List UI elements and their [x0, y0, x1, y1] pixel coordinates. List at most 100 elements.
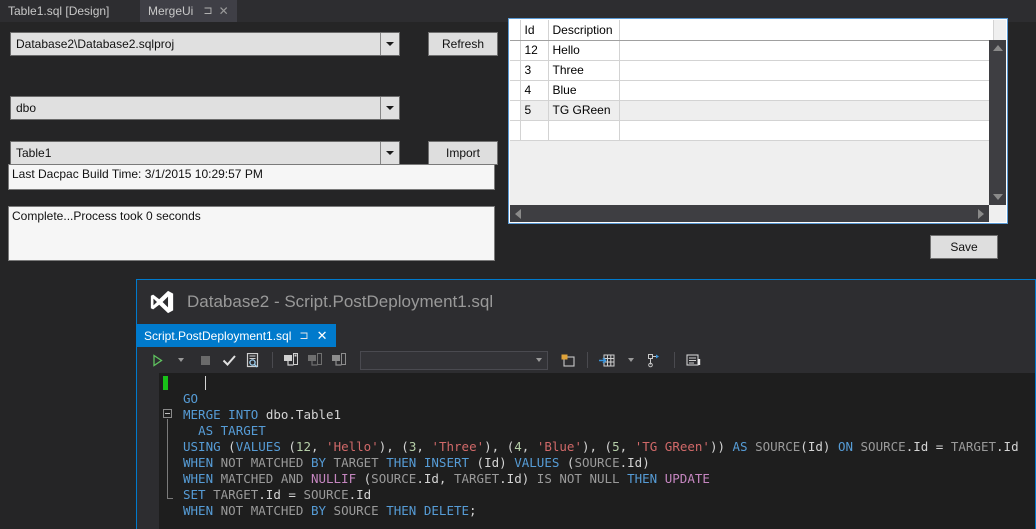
- table-row[interactable]: 4 Blue: [510, 80, 993, 100]
- chevron-down-icon[interactable]: [380, 33, 399, 55]
- editor-glyph-margin[interactable]: [159, 373, 179, 529]
- code-line[interactable]: WHEN NOT MATCHED BY TARGET THEN INSERT (…: [179, 455, 1035, 471]
- disconnect-icon[interactable]: [306, 350, 326, 370]
- chevron-down-icon[interactable]: [380, 97, 399, 119]
- cell-description[interactable]: Three: [548, 60, 619, 80]
- cell-description[interactable]: Hello: [548, 40, 619, 60]
- code-line[interactable]: GO: [179, 391, 1035, 407]
- code-line[interactable]: MERGE INTO dbo.Table1: [179, 407, 1035, 423]
- data-grid-view[interactable]: Id Description 12 Hello 3: [508, 18, 1008, 224]
- results-dropdown-icon[interactable]: [621, 350, 641, 370]
- database-combo[interactable]: [360, 351, 548, 370]
- code-token: [213, 423, 221, 438]
- change-marker: [163, 376, 168, 390]
- sql-code-editor[interactable]: GOMERGE INTO dbo.Table1 AS TARGETUSING (…: [137, 373, 1035, 529]
- import-button[interactable]: Import: [428, 141, 498, 165]
- project-combo-value: Database2\Database2.sqlproj: [11, 37, 380, 51]
- code-token: IS NOT NULL: [537, 471, 627, 486]
- code-token: INTO: [228, 407, 258, 422]
- tab-table1-sql-design[interactable]: Table1.sql [Design]: [0, 0, 117, 22]
- row-header-cell[interactable]: [510, 80, 520, 100]
- code-token: INSERT: [424, 455, 469, 470]
- results-to-text-icon[interactable]: [684, 350, 704, 370]
- code-token: NULLIF: [311, 471, 356, 486]
- code-token: MATCHED AND: [213, 471, 311, 486]
- results-to-grid-icon[interactable]: [597, 350, 617, 370]
- code-token: .: [416, 471, 424, 486]
- pin-icon[interactable]: ⊐: [203, 6, 212, 17]
- code-token: THEN: [386, 503, 416, 518]
- schema-combo[interactable]: dbo: [10, 96, 400, 120]
- scroll-up-icon[interactable]: [993, 45, 1003, 51]
- text-caret: [205, 376, 206, 390]
- row-header-cell[interactable]: [510, 100, 520, 120]
- table-row[interactable]: 12 Hello: [510, 40, 993, 60]
- project-combo[interactable]: Database2\Database2.sqlproj: [10, 32, 400, 56]
- stop-icon[interactable]: [195, 350, 215, 370]
- table-row-new[interactable]: [510, 120, 993, 140]
- cell-id[interactable]: 5: [520, 100, 548, 120]
- execute-dropdown-icon[interactable]: [171, 350, 191, 370]
- code-token: Id: [808, 439, 823, 454]
- code-token: NOT MATCHED: [213, 455, 311, 470]
- vs-tab-label: Script.PostDeployment1.sql: [144, 329, 291, 343]
- connect-icon[interactable]: [282, 350, 302, 370]
- tab-mergeui[interactable]: MergeUi ⊐ ✕: [140, 0, 237, 22]
- close-icon[interactable]: ✕: [219, 5, 229, 17]
- scroll-left-icon[interactable]: [515, 209, 521, 219]
- cell-id[interactable]: 4: [520, 80, 548, 100]
- scroll-down-icon[interactable]: [993, 194, 1003, 200]
- code-token: Id: [913, 439, 928, 454]
- code-line[interactable]: SET TARGET.Id = SOURCE.Id: [179, 487, 1035, 503]
- code-token: 'Three': [431, 439, 484, 454]
- code-line[interactable]: WHEN NOT MATCHED BY SOURCE THEN DELETE;: [179, 503, 1035, 519]
- code-line[interactable]: [179, 375, 1035, 391]
- table-row-selected[interactable]: 5 TG GReen: [510, 100, 993, 120]
- column-header-id[interactable]: Id: [520, 20, 548, 40]
- refresh-button[interactable]: Refresh: [428, 32, 498, 56]
- cell-description[interactable]: [548, 120, 619, 140]
- code-token: SOURCE: [574, 455, 619, 470]
- code-line[interactable]: AS TARGET: [179, 423, 1035, 439]
- parse-check-icon[interactable]: [219, 350, 239, 370]
- code-token: ,: [439, 471, 454, 486]
- table-combo[interactable]: Table1: [10, 141, 400, 165]
- code-token: THEN: [386, 455, 416, 470]
- change-connection-icon[interactable]: [330, 350, 350, 370]
- data-grid-body: 12 Hello 3 Three 4 Blue: [510, 40, 993, 140]
- cell-id[interactable]: 12: [520, 40, 548, 60]
- code-token: WHEN: [183, 503, 213, 518]
- scroll-right-icon[interactable]: [978, 209, 984, 219]
- vs-tab-script-postdeployment1[interactable]: Script.PostDeployment1.sql ⊐ ✕: [137, 324, 336, 347]
- grid-horizontal-scrollbar[interactable]: [510, 205, 989, 222]
- code-token: GO: [183, 391, 198, 406]
- sql-editor-toolbar: [137, 347, 1035, 373]
- row-header-corner[interactable]: [510, 20, 520, 40]
- row-header-cell[interactable]: [510, 120, 520, 140]
- execute-icon[interactable]: [147, 350, 167, 370]
- cell-id[interactable]: 3: [520, 60, 548, 80]
- close-icon[interactable]: ✕: [317, 328, 328, 344]
- code-line[interactable]: USING (VALUES (12, 'Hello'), (3, 'Three'…: [179, 439, 1035, 455]
- editor-code-area[interactable]: GOMERGE INTO dbo.Table1 AS TARGETUSING (…: [179, 373, 1035, 529]
- chevron-down-icon[interactable]: [380, 142, 399, 164]
- column-header-filler: [619, 20, 993, 40]
- row-header-cell[interactable]: [510, 40, 520, 60]
- include-actual-plan-icon[interactable]: [558, 350, 578, 370]
- cell-description[interactable]: Blue: [548, 80, 619, 100]
- code-token: 12: [296, 439, 311, 454]
- pin-icon[interactable]: ⊐: [299, 329, 308, 342]
- code-token: [748, 439, 756, 454]
- table-row[interactable]: 3 Three: [510, 60, 993, 80]
- column-header-description[interactable]: Description: [548, 20, 619, 40]
- debug-query-icon[interactable]: [243, 350, 263, 370]
- row-header-cell[interactable]: [510, 60, 520, 80]
- cell-id[interactable]: [520, 120, 548, 140]
- tab-label: Table1.sql [Design]: [8, 4, 109, 18]
- collapse-outline-icon[interactable]: [163, 409, 172, 418]
- save-button[interactable]: Save: [930, 235, 998, 259]
- cell-description[interactable]: TG GReen: [548, 100, 619, 120]
- grid-vertical-scrollbar[interactable]: [989, 40, 1006, 205]
- code-line[interactable]: WHEN MATCHED AND NULLIF (SOURCE.Id, TARG…: [179, 471, 1035, 487]
- query-options-icon[interactable]: [645, 350, 665, 370]
